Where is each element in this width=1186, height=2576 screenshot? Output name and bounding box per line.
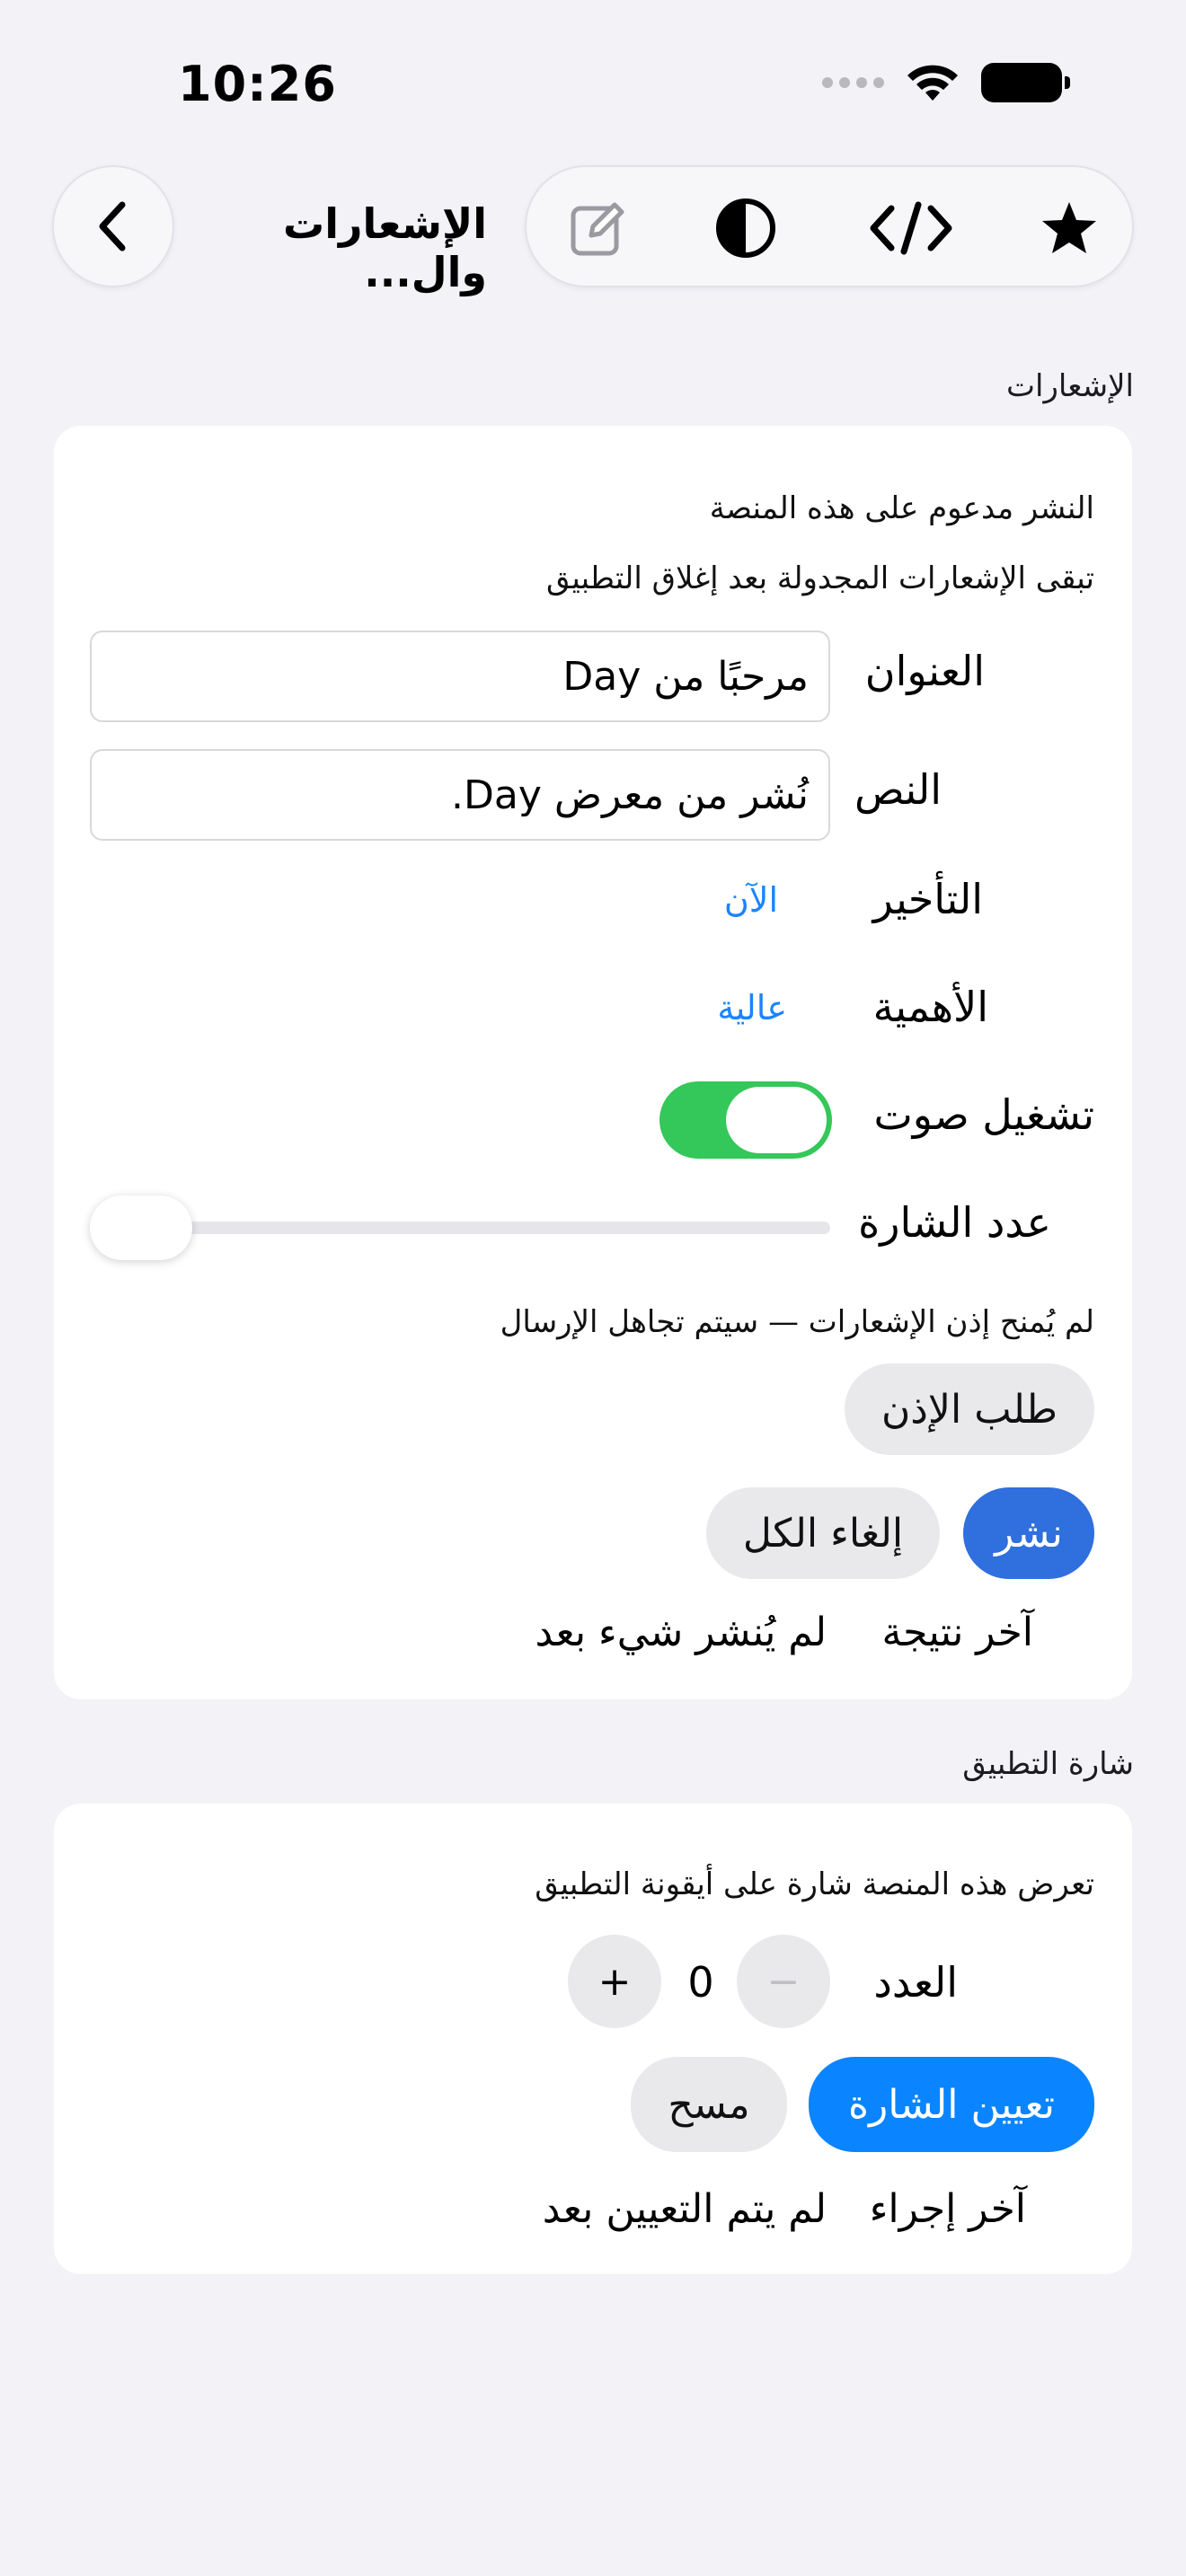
signal-dots-icon (822, 77, 884, 88)
sound-label: تشغيل صوت (873, 1090, 1095, 1139)
code-icon[interactable] (866, 192, 956, 264)
notifications-card: النشر مدعوم على هذه المنصة تبقى الإشعارا… (54, 426, 1132, 1699)
last-result-label: آخر نتيجة (881, 1610, 1033, 1655)
edit-icon[interactable] (562, 192, 634, 264)
increment-button[interactable]: + (568, 1935, 661, 2028)
battery-icon (981, 63, 1070, 102)
badge-slider-knob[interactable] (90, 1195, 192, 1260)
decrement-button[interactable]: − (737, 1935, 830, 2028)
last-action-value: لم يتم التعيين بعد (542, 2186, 827, 2232)
cancel-all-button[interactable]: إلغاء الكل (706, 1487, 940, 1579)
badge-slider-track[interactable] (90, 1222, 830, 1234)
page-title: الإشعارات وال... (283, 199, 487, 296)
wifi-icon (907, 65, 958, 101)
sound-toggle[interactable] (659, 1081, 832, 1159)
section-header-badge: شارة التطبيق (962, 1746, 1134, 1782)
last-action-label: آخر إجراء (869, 2186, 1026, 2232)
delay-label: التأخير (872, 875, 983, 923)
supported-text: النشر مدعوم على هذه المنصة (709, 490, 1094, 526)
clear-badge-button[interactable]: مسح (631, 2057, 787, 2152)
title-field[interactable]: مرحبًا من Day (90, 631, 830, 722)
request-permission-button[interactable]: طلب الإذن (845, 1363, 1094, 1455)
importance-picker[interactable]: عالية (717, 988, 787, 1028)
count-label: العدد (873, 1958, 958, 2007)
persist-text: تبقى الإشعارات المجدولة بعد إغلاق التطبي… (546, 560, 1094, 596)
body-label: النص (854, 765, 942, 814)
importance-label: الأهمية (872, 983, 988, 1031)
count-value: 0 (687, 1958, 714, 2007)
set-badge-button[interactable]: تعيين الشارة (809, 2057, 1094, 2152)
status-time: 10:26 (178, 56, 337, 112)
chevron-left-icon (99, 201, 126, 251)
toolbar (525, 165, 1134, 287)
status-indicators (822, 61, 1070, 104)
star-icon[interactable] (1033, 192, 1105, 264)
badge-count-label: عدد الشارة (858, 1198, 1051, 1247)
back-button[interactable] (52, 165, 174, 287)
toggle-knob (726, 1087, 827, 1153)
badge-info-text: تعرض هذه المنصة شارة على أيقونة التطبيق (535, 1866, 1094, 1902)
badge-card: تعرض هذه المنصة شارة على أيقونة التطبيق … (54, 1804, 1132, 2274)
permission-text: لم يُمنح إذن الإشعارات — سيتم تجاهل الإر… (500, 1304, 1094, 1340)
title-label: العنوان (864, 647, 985, 695)
post-button[interactable]: نشر (963, 1487, 1094, 1579)
section-header-notifications: الإشعارات (1006, 368, 1134, 404)
body-field[interactable]: نُشر من معرض Day. (90, 749, 830, 841)
contrast-icon[interactable] (710, 192, 782, 264)
last-result-value: لم يُنشر شيء بعد (535, 1610, 828, 1655)
delay-picker[interactable]: الآن (724, 880, 778, 920)
